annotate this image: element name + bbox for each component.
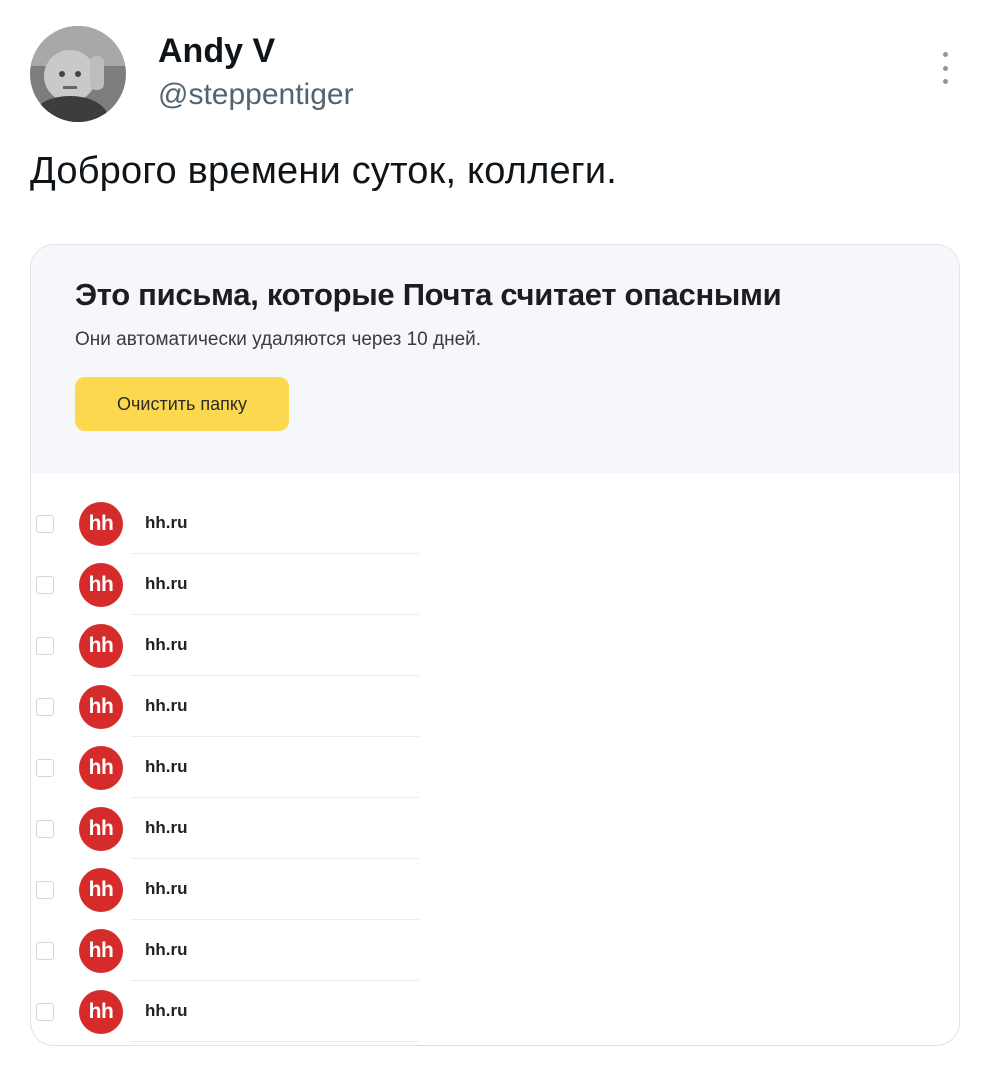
author-handle[interactable]: @steppentiger	[158, 78, 354, 112]
author-name[interactable]: Andy V	[158, 32, 275, 71]
message-row[interactable]: hh hh.ru	[31, 615, 959, 676]
tweet-media-screenshot[interactable]: Это письма, которые Почта считает опасны…	[30, 244, 960, 1046]
sender-logo: hh	[79, 990, 123, 1034]
message-row[interactable]: hh hh.ru	[31, 493, 959, 554]
sender-name: hh.ru	[145, 757, 188, 776]
message-checkbox[interactable]	[36, 637, 54, 655]
sender-logo: hh	[79, 746, 123, 790]
sender-logo: hh	[79, 502, 123, 546]
message-row[interactable]: hh hh.ru	[31, 798, 959, 859]
sender-name: hh.ru	[145, 1001, 188, 1020]
sender-name: hh.ru	[145, 818, 188, 837]
sender-name: hh.ru	[145, 635, 188, 654]
spam-folder-header: Это письма, которые Почта считает опасны…	[31, 245, 959, 473]
message-checkbox[interactable]	[36, 759, 54, 777]
sender-name: hh.ru	[145, 940, 188, 959]
tweet-header: Andy V @steppentiger	[30, 26, 960, 126]
row-divider	[131, 1041, 419, 1042]
message-checkbox[interactable]	[36, 576, 54, 594]
sender-logo: hh	[79, 929, 123, 973]
message-row[interactable]: hh hh.ru	[31, 737, 959, 798]
page-subtitle: Они автоматически удаляются через 10 дне…	[75, 329, 482, 350]
tweet-text: Доброго времени суток, коллеги.	[30, 150, 618, 192]
sender-logo: hh	[79, 563, 123, 607]
sender-name: hh.ru	[145, 513, 188, 532]
message-checkbox[interactable]	[36, 820, 54, 838]
sender-logo: hh	[79, 807, 123, 851]
sender-name: hh.ru	[145, 879, 188, 898]
sender-logo: hh	[79, 624, 123, 668]
sender-logo: hh	[79, 868, 123, 912]
avatar-image	[30, 26, 126, 122]
message-checkbox[interactable]	[36, 1003, 54, 1021]
message-row[interactable]: hh hh.ru	[31, 676, 959, 737]
message-row[interactable]: hh hh.ru	[31, 981, 959, 1042]
message-row[interactable]: hh hh.ru	[31, 920, 959, 981]
page-title: Это письма, которые Почта считает опасны…	[75, 277, 782, 312]
message-list: hh hh.ru hh hh.ru hh hh.ru hh hh.ru hh hh.ru hh hh.…	[31, 493, 959, 1042]
sender-name: hh.ru	[145, 574, 188, 593]
message-row[interactable]: hh hh.ru	[31, 554, 959, 615]
avatar[interactable]	[30, 26, 126, 122]
message-row[interactable]: hh hh.ru	[31, 859, 959, 920]
more-options-icon[interactable]	[930, 48, 960, 88]
sender-logo: hh	[79, 685, 123, 729]
message-checkbox[interactable]	[36, 942, 54, 960]
message-checkbox[interactable]	[36, 881, 54, 899]
message-checkbox[interactable]	[36, 698, 54, 716]
message-checkbox[interactable]	[36, 515, 54, 533]
clear-folder-button[interactable]: Очистить папку	[75, 377, 289, 431]
sender-name: hh.ru	[145, 696, 188, 715]
